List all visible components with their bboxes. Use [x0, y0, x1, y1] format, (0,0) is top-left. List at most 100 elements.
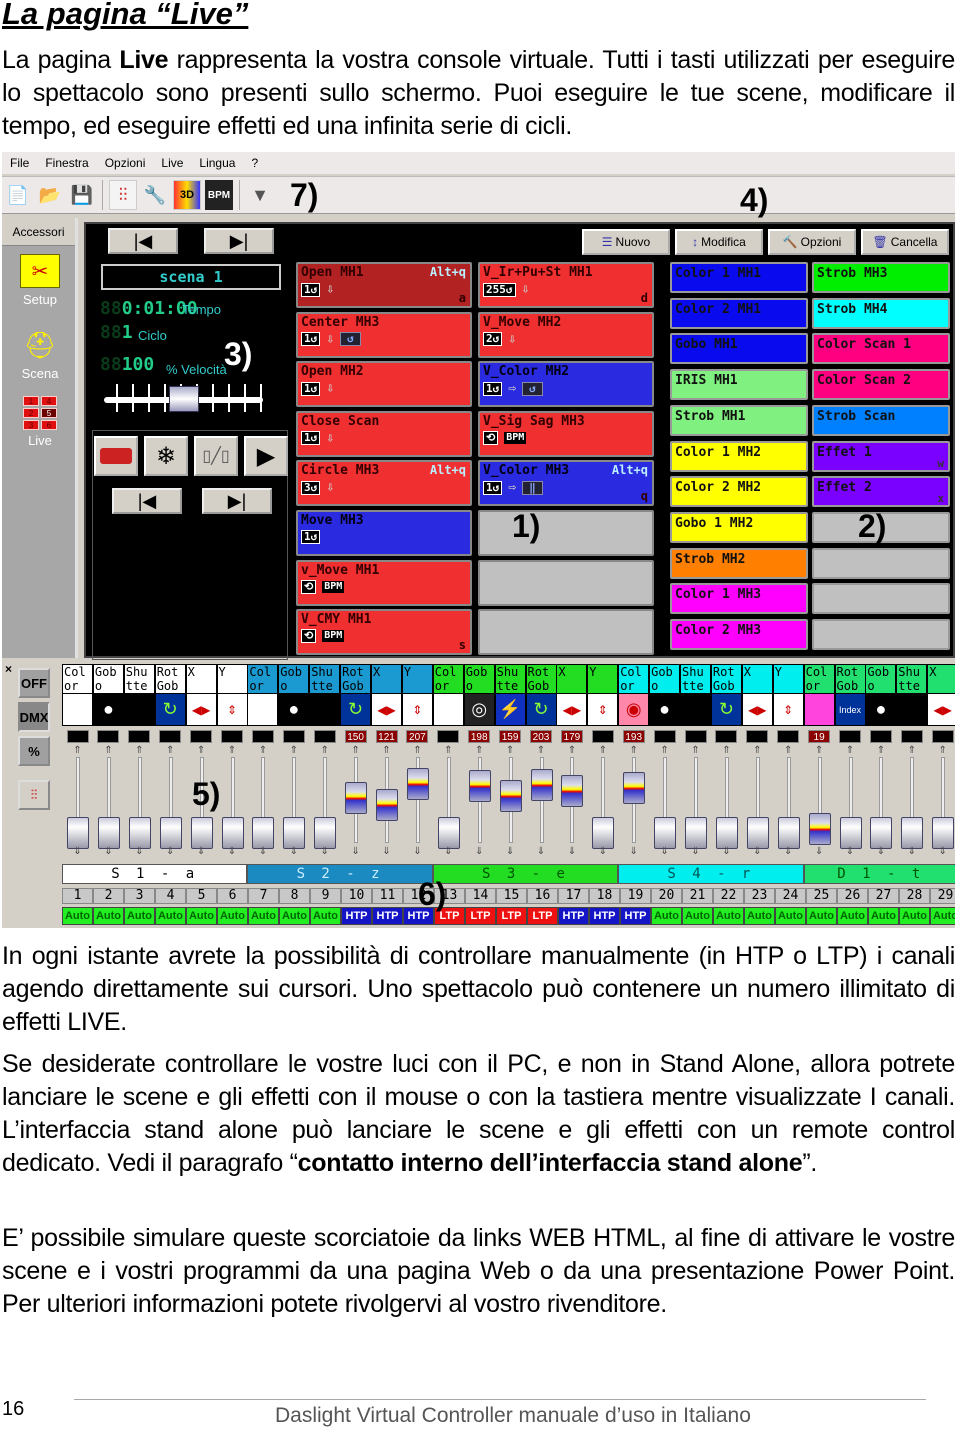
cue-button[interactable]: V_CMY MH1 s ⟲ BPM — [296, 609, 472, 656]
fixture-slot[interactable]: S 1 - a — [62, 864, 248, 884]
effect-button[interactable]: Color Scan 2 — [812, 369, 950, 401]
speed-slider[interactable] — [96, 382, 271, 416]
channel-fader[interactable]: ⇑ ⇓ — [464, 745, 495, 857]
sidebar-item-setup[interactable]: ✂ Setup — [2, 254, 78, 307]
fader-settings-button[interactable]: ⫶⫶ — [18, 780, 50, 810]
fader-down-arrow-icon[interactable]: ⇓ — [62, 846, 93, 857]
menu-item-finestra[interactable]: Finestra — [37, 156, 96, 170]
menu-item-live[interactable]: Live — [153, 156, 191, 170]
fader-knob[interactable] — [159, 817, 182, 849]
fader-up-arrow-icon[interactable]: ⇑ — [62, 745, 93, 756]
channel-mode-toggle[interactable]: Auto — [775, 907, 806, 925]
fader-down-arrow-icon[interactable]: ⇓ — [93, 846, 124, 857]
channel-mode-toggle[interactable]: LTP — [527, 907, 558, 925]
command-modifica-button[interactable]: ↕ Modifica — [675, 229, 763, 255]
channel-fader[interactable]: ⇑ ⇓ — [155, 745, 186, 857]
channel-mode-toggle[interactable]: Auto — [186, 907, 217, 925]
fader-down-arrow-icon[interactable]: ⇓ — [278, 846, 309, 857]
channel-fader[interactable]: ⇑ ⇓ — [865, 745, 896, 857]
fader-knob[interactable] — [932, 817, 955, 849]
menu-item-lingua[interactable]: Lingua — [191, 156, 243, 170]
fader-up-arrow-icon[interactable]: ⇑ — [464, 745, 495, 756]
fader-knob[interactable] — [468, 770, 491, 803]
channel-mode-toggle[interactable]: HTP — [620, 907, 651, 925]
effect-button[interactable]: Color 1 MH2 — [670, 440, 808, 472]
fader-up-arrow-icon[interactable]: ⇑ — [124, 745, 155, 756]
fixture-slot[interactable]: D 1 - t — [803, 864, 955, 884]
channel-mode-toggle[interactable]: HTP — [341, 907, 372, 925]
fader-up-arrow-icon[interactable]: ⇑ — [680, 745, 711, 756]
fader-knob[interactable] — [561, 774, 584, 807]
cue-button[interactable]: V_Color MH2 1↺ ⇨ ↺ — [478, 361, 654, 408]
fader-down-arrow-icon[interactable]: ⇓ — [464, 846, 495, 857]
cue-button[interactable]: Center MH3 1↺ ⇩ ↺ — [296, 311, 472, 358]
menu-item-file[interactable]: File — [2, 156, 37, 170]
fader-knob[interactable] — [715, 817, 738, 849]
channel-mode-toggle[interactable]: Auto — [899, 907, 930, 925]
channel-mode-toggle[interactable]: Auto — [744, 907, 775, 925]
stop-button[interactable] — [94, 436, 138, 476]
fader-down-arrow-icon[interactable]: ⇓ — [247, 846, 278, 857]
play-button[interactable]: ▶ — [244, 436, 288, 476]
cue-button[interactable]: V_Move MH2 2↺ ⇩ — [478, 311, 654, 358]
3d-icon[interactable]: 3D — [173, 180, 201, 210]
channel-mode-toggle[interactable]: Auto — [279, 907, 310, 925]
effect-button[interactable]: Color 2 MH3 — [670, 619, 808, 650]
fader-knob[interactable] — [499, 779, 522, 812]
fader-up-arrow-icon[interactable]: ⇑ — [556, 745, 587, 756]
fader-up-arrow-icon[interactable]: ⇑ — [711, 745, 742, 756]
fader-up-arrow-icon[interactable]: ⇑ — [402, 745, 433, 756]
menu-item-opzioni[interactable]: Opzioni — [97, 156, 154, 170]
channel-fader[interactable]: ⇑ ⇓ — [124, 745, 155, 857]
mode-off-button[interactable]: OFF — [18, 668, 50, 698]
effect-button[interactable]: Gobo 1 MH2 — [670, 511, 808, 543]
fader-knob[interactable] — [67, 817, 89, 849]
sidebar-item-live[interactable]: 142536 Live — [2, 396, 78, 448]
channel-fader[interactable]: ⇑ ⇓ — [247, 745, 278, 857]
channel-fader[interactable]: ⇑ ⇓ — [773, 745, 804, 857]
channel-mode-toggle[interactable]: Auto — [651, 907, 682, 925]
fader-down-arrow-icon[interactable]: ⇓ — [371, 846, 402, 857]
cue-button[interactable]: v_Move MH1 ⟲ BPM — [296, 559, 472, 606]
fader-up-arrow-icon[interactable]: ⇑ — [618, 745, 649, 756]
channel-fader[interactable]: ⇑ ⇓ — [804, 745, 835, 857]
fader-knob[interactable] — [97, 817, 120, 849]
channel-mode-toggle[interactable]: Auto — [930, 907, 955, 925]
fixture-slot[interactable]: S 3 - e — [432, 864, 619, 884]
command-nuovo-button[interactable]: ☰ Nuovo — [582, 229, 670, 255]
channel-fader[interactable]: ⇑ ⇓ — [278, 745, 309, 857]
channel-fader[interactable]: ⇑ ⇓ — [433, 745, 464, 857]
speed-slider-knob[interactable] — [168, 386, 199, 412]
fader-knob[interactable] — [592, 817, 615, 849]
fader-knob[interactable] — [314, 817, 337, 849]
empty-cue-slot[interactable] — [478, 510, 654, 556]
command-cancella-button[interactable]: 🗑 Cancella — [861, 229, 949, 255]
channel-mode-toggle[interactable]: HTP — [589, 907, 620, 925]
effect-button[interactable]: Color 2 MH2 — [670, 476, 808, 508]
prev-scene-button[interactable]: |◀ — [108, 228, 178, 254]
effect-button[interactable]: Strob MH1 — [670, 404, 808, 436]
fader-down-arrow-icon[interactable]: ⇓ — [186, 846, 217, 857]
channel-mode-toggle[interactable]: Auto — [837, 907, 868, 925]
fader-down-arrow-icon[interactable]: ⇓ — [618, 846, 649, 857]
empty-cue-slot[interactable] — [478, 559, 654, 606]
channel-fader[interactable]: ⇑ ⇓ — [711, 745, 742, 857]
fader-up-arrow-icon[interactable]: ⇑ — [155, 745, 186, 756]
fader-down-arrow-icon[interactable]: ⇓ — [649, 846, 680, 857]
channel-mode-toggle[interactable]: Auto — [217, 907, 248, 925]
fader-down-arrow-icon[interactable]: ⇓ — [526, 846, 557, 857]
fader-up-arrow-icon[interactable]: ⇑ — [340, 745, 371, 756]
fader-down-arrow-icon[interactable]: ⇓ — [742, 846, 773, 857]
channel-mode-toggle[interactable]: Auto — [248, 907, 279, 925]
channel-fader[interactable]: ⇑ ⇓ — [556, 745, 587, 857]
fader-down-arrow-icon[interactable]: ⇓ — [556, 846, 587, 857]
effect-button[interactable]: Color 1 MH3 — [670, 583, 808, 615]
fader-up-arrow-icon[interactable]: ⇑ — [927, 745, 955, 756]
channel-mode-toggle[interactable]: Auto — [713, 907, 744, 925]
channel-mode-toggle[interactable]: LTP — [465, 907, 496, 925]
channel-mode-toggle[interactable]: HTP — [558, 907, 589, 925]
fader-up-arrow-icon[interactable]: ⇑ — [433, 745, 464, 756]
fader-knob[interactable] — [685, 817, 707, 849]
fader-down-arrow-icon[interactable]: ⇓ — [804, 846, 835, 857]
fader-knob[interactable] — [376, 788, 398, 821]
